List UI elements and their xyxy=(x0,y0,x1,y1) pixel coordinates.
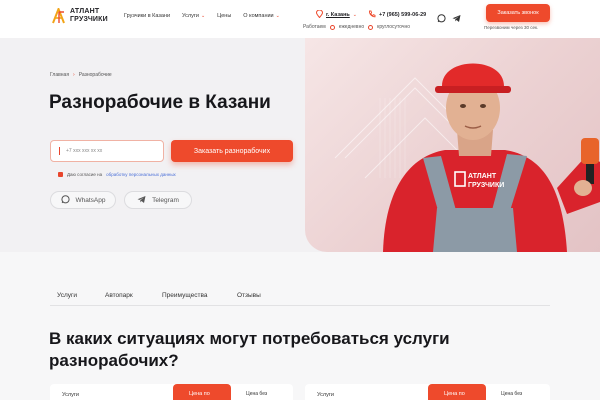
phone-number: +7 (965) 599-06-29 xyxy=(379,12,426,18)
section-title: В каких ситуациях могут потребоваться ус… xyxy=(49,328,469,372)
card-column-price-active[interactable]: Цена по xyxy=(428,384,486,400)
header-phone[interactable]: +7 (965) 599-06-29 xyxy=(368,10,426,20)
telegram-icon xyxy=(137,195,146,206)
card-column-price-alt[interactable]: Цена без xyxy=(246,391,267,397)
city-selector[interactable]: г. Казань ⌄ xyxy=(316,10,357,20)
tab-advantages[interactable]: Преимущества xyxy=(162,292,237,305)
nav-services[interactable]: Услуги⌄ xyxy=(182,13,205,19)
nav-label: О компании xyxy=(243,13,273,19)
logo-text: АТЛАНТ ГРУЗЧИКИ xyxy=(70,8,108,24)
svg-text:АТЛАНТ: АТЛАНТ xyxy=(468,173,497,180)
hero-worker-photo: АТЛАНТ ГРУЗЧИКИ xyxy=(305,38,600,252)
telegram-icon[interactable] xyxy=(452,10,461,19)
breadcrumb-separator-icon: › xyxy=(73,72,75,78)
privacy-policy-link[interactable]: обработку персональных данных xyxy=(106,172,176,177)
site-header: АТЛАНТ ГРУЗЧИКИ Грузчики в Казани Услуги… xyxy=(0,0,600,38)
consent-text: Даю согласие на xyxy=(67,172,102,177)
hours-time: круглосуточно xyxy=(377,24,410,30)
logo-line-2: ГРУЗЧИКИ xyxy=(70,16,108,23)
order-workers-button[interactable]: Заказать разнорабочих xyxy=(171,140,293,162)
request-call-button[interactable]: Заказать звонок xyxy=(486,4,550,22)
working-hours: Работаем ежедневно круглосуточно xyxy=(303,24,410,30)
logo-line-1: АТЛАНТ xyxy=(70,8,99,15)
chevron-down-icon: ⌄ xyxy=(276,13,280,19)
text-cursor xyxy=(59,147,60,155)
logo-mark-icon xyxy=(52,8,65,24)
svg-text:ГРУЗЧИКИ: ГРУЗЧИКИ xyxy=(468,182,504,189)
tab-fleet[interactable]: Автопарк xyxy=(105,292,162,305)
breadcrumb-home[interactable]: Главная xyxy=(50,72,69,78)
telegram-label: Telegram xyxy=(152,197,179,204)
main-nav: Грузчики в Казани Услуги⌄ Цены О компани… xyxy=(124,13,280,19)
hours-days: ежедневно xyxy=(339,24,364,30)
hero-section: Главная › Разнорабочие Разнорабочие в Ка… xyxy=(0,38,600,252)
chevron-down-icon: ⌄ xyxy=(353,12,357,18)
whatsapp-button[interactable]: WhatsApp xyxy=(50,191,116,209)
tab-services[interactable]: Услуги xyxy=(57,292,105,305)
breadcrumb: Главная › Разнорабочие xyxy=(50,72,112,78)
phone-input[interactable]: +7 xxx xxx xx xx xyxy=(50,140,164,162)
consent-checkbox[interactable] xyxy=(58,172,63,177)
location-pin-icon xyxy=(316,10,323,20)
price-card: Услуги Цена по Цена без xyxy=(305,384,550,400)
hours-prefix: Работаем xyxy=(303,24,326,30)
city-label: г. Казань xyxy=(326,12,350,18)
phone-input-placeholder: +7 xxx xxx xx xx xyxy=(66,148,102,154)
whatsapp-label: WhatsApp xyxy=(76,197,106,204)
nav-label: Грузчики в Казани xyxy=(124,13,170,19)
nav-label: Услуги xyxy=(182,13,199,19)
breadcrumb-current: Разнорабочие xyxy=(79,72,112,78)
phone-icon xyxy=(368,10,376,20)
clock-icon xyxy=(368,25,373,30)
page-title: Разнорабочие в Казани xyxy=(49,92,271,114)
nav-prices[interactable]: Цены xyxy=(217,13,231,19)
nav-movers[interactable]: Грузчики в Казани xyxy=(124,13,170,19)
tab-reviews[interactable]: Отзывы xyxy=(237,292,261,305)
consent-row: Даю согласие на обработку персональных д… xyxy=(58,172,176,177)
chevron-down-icon: ⌄ xyxy=(201,13,205,19)
telegram-button[interactable]: Telegram xyxy=(124,191,192,209)
nav-about[interactable]: О компании⌄ xyxy=(243,13,280,19)
card-column-price-active[interactable]: Цена по xyxy=(173,384,231,400)
card-column-services: Услуги xyxy=(317,392,334,398)
card-column-services: Услуги xyxy=(62,392,79,398)
nav-label: Цены xyxy=(217,13,231,19)
whatsapp-icon[interactable] xyxy=(437,10,446,19)
whatsapp-icon xyxy=(61,195,70,206)
card-column-price-alt[interactable]: Цена без xyxy=(501,391,522,397)
logo[interactable]: АТЛАНТ ГРУЗЧИКИ xyxy=(52,8,108,24)
section-tabs: Услуги Автопарк Преимущества Отзывы xyxy=(50,292,550,306)
callback-note: Перезвоним через 30 сек. xyxy=(484,25,538,30)
price-card: Услуги Цена по Цена без xyxy=(50,384,293,400)
calendar-icon xyxy=(330,25,335,30)
